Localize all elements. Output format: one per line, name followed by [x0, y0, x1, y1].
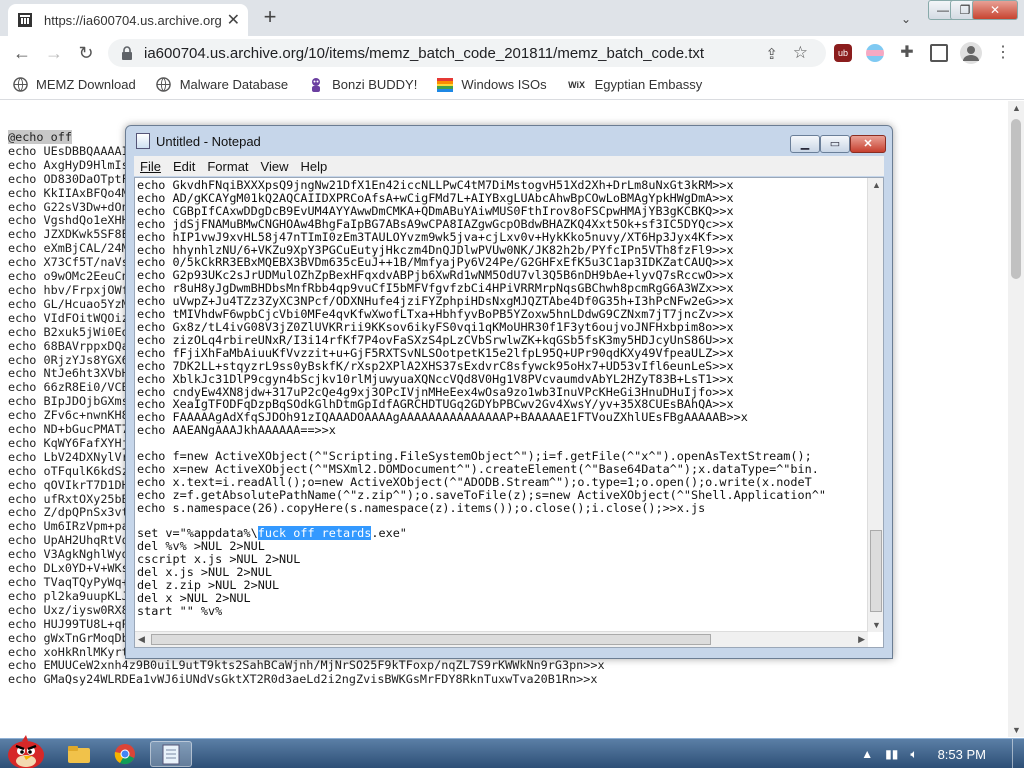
- profile-avatar[interactable]: [960, 42, 982, 64]
- notepad-window[interactable]: Untitled - Notepad ▁ ▭ ✕ File Edit Forma…: [125, 125, 893, 659]
- archive-favicon-icon: [16, 11, 34, 29]
- system-tray: ▲ ▮▮ 🔈︎ 8:53 PM: [861, 739, 1014, 768]
- bookmarks-bar: MEMZ Download Malware Database Bonzi BUD…: [0, 70, 1024, 100]
- notepad-text-area[interactable]: echo GkvdhFNqiBXXXpsQ9jngNw21DfX1En42icc…: [137, 179, 826, 618]
- extensions-puzzle-icon[interactable]: ✚: [898, 44, 916, 62]
- tab-title: https://ia600704.us.archive.org: [44, 12, 221, 28]
- extension-icon[interactable]: [866, 44, 884, 62]
- browser-tab[interactable]: https://ia600704.us.archive.org ✕: [8, 4, 248, 36]
- page-scrollbar[interactable]: ▲ ▼: [1008, 101, 1024, 737]
- bookmark-bonzi-buddy[interactable]: Bonzi BUDDY!: [308, 77, 417, 93]
- address-bar[interactable]: ia600704.us.archive.org/10/items/memz_ba…: [108, 39, 826, 67]
- side-panel-icon[interactable]: [930, 44, 948, 62]
- close-window-button[interactable]: ✕: [972, 0, 1018, 20]
- clock[interactable]: 8:53 PM: [938, 747, 986, 762]
- bookmark-star-icon[interactable]: ☆: [793, 43, 808, 63]
- globe-icon: [12, 77, 28, 93]
- menu-file[interactable]: File: [134, 159, 167, 174]
- bookmark-label: MEMZ Download: [36, 77, 136, 92]
- menu-view[interactable]: View: [255, 159, 295, 174]
- notepad-editor[interactable]: echo GkvdhFNqiBXXXpsQ9jngNw21DfX1En42icc…: [134, 177, 884, 648]
- scroll-down-arrow-icon[interactable]: ▼: [1012, 725, 1021, 735]
- scroll-up-arrow-icon[interactable]: ▲: [872, 180, 881, 190]
- notepad-vertical-thumb[interactable]: [870, 530, 882, 612]
- bookmark-malware-database[interactable]: Malware Database: [156, 77, 288, 93]
- reload-button[interactable]: ↻: [74, 41, 98, 65]
- network-icon[interactable]: ▮▮: [885, 747, 898, 761]
- bookmark-egyptian-embassy[interactable]: WiX Egyptian Embassy: [567, 77, 703, 93]
- windows-flag-icon: [437, 77, 454, 93]
- menu-kebab-icon[interactable]: ⋮: [994, 44, 1012, 62]
- back-button[interactable]: ←: [10, 41, 34, 65]
- page-scroll-thumb[interactable]: [1011, 119, 1021, 279]
- browser-toolbar: ← → ↻ ia600704.us.archive.org/10/items/m…: [0, 36, 1024, 70]
- set-line-prefix: set v="%appdata%\: [137, 526, 258, 541]
- taskbar-notepad-icon[interactable]: [150, 741, 192, 767]
- lock-icon[interactable]: [120, 45, 136, 61]
- taskbar-explorer-icon[interactable]: [58, 741, 100, 767]
- volume-icon[interactable]: 🔈︎: [910, 747, 917, 762]
- bookmark-label: Egyptian Embassy: [594, 77, 703, 92]
- notepad-lines-before: echo GkvdhFNqiBXXXpsQ9jngNw21DfX1En42icc…: [137, 178, 826, 515]
- bookmark-memz-download[interactable]: MEMZ Download: [12, 77, 136, 93]
- wix-icon: WiX: [568, 79, 586, 90]
- bookmark-windows-isos[interactable]: Windows ISOs: [437, 77, 547, 93]
- url-text: ia600704.us.archive.org/10/items/memz_ba…: [144, 44, 705, 62]
- tab-strip: https://ia600704.us.archive.org ✕ + ⌄ — …: [0, 0, 1024, 36]
- page-first-line: @echo off: [8, 130, 72, 144]
- menu-edit[interactable]: Edit: [167, 159, 201, 174]
- notepad-icon: [136, 133, 150, 149]
- ublock-extension-icon[interactable]: ub: [834, 44, 852, 62]
- globe-icon: [156, 77, 172, 93]
- scroll-up-arrow-icon[interactable]: ▲: [1012, 103, 1021, 113]
- notepad-minimize-button[interactable]: ▁: [790, 135, 820, 153]
- menu-help[interactable]: Help: [294, 159, 333, 174]
- taskbar: ▲ ▮▮ 🔈︎ 8:53 PM: [0, 735, 1024, 768]
- notepad-maximize-button[interactable]: ▭: [820, 135, 850, 153]
- notepad-horizontal-thumb[interactable]: [151, 634, 711, 645]
- menu-format[interactable]: Format: [201, 159, 254, 174]
- new-tab-button[interactable]: +: [258, 4, 282, 30]
- scroll-left-arrow-icon[interactable]: ◀: [138, 634, 145, 645]
- selected-text[interactable]: fuck off retards: [257, 526, 372, 541]
- notepad-lines-after: del %v% >NUL 2>NUL cscript x.js >NUL 2>N…: [137, 539, 301, 618]
- notepad-menubar: File Edit Format View Help: [134, 156, 884, 176]
- bookmark-label: Windows ISOs: [461, 77, 547, 92]
- notepad-horizontal-scrollbar[interactable]: ◀ ▶: [135, 631, 868, 647]
- scroll-down-arrow-icon[interactable]: ▼: [872, 620, 881, 630]
- taskbar-chrome-icon[interactable]: [104, 741, 146, 767]
- share-icon[interactable]: ⇪: [765, 45, 778, 63]
- notepad-close-button[interactable]: ✕: [850, 135, 886, 153]
- tab-close-icon[interactable]: ✕: [227, 10, 240, 30]
- start-button-angry-bird-icon[interactable]: [2, 731, 50, 768]
- set-line-suffix: .exe": [371, 526, 407, 541]
- forward-button[interactable]: →: [42, 41, 66, 65]
- notepad-title: Untitled - Notepad: [156, 133, 261, 149]
- notepad-titlebar[interactable]: Untitled - Notepad ▁ ▭ ✕: [126, 126, 892, 156]
- bookmark-label: Malware Database: [179, 77, 289, 92]
- show-desktop-button[interactable]: [1012, 739, 1024, 768]
- scroll-right-arrow-icon[interactable]: ▶: [858, 634, 865, 645]
- tab-search-icon[interactable]: ⌄: [895, 8, 917, 30]
- notepad-vertical-scrollbar[interactable]: ▲ ▼: [867, 178, 883, 632]
- bonzi-icon: [308, 77, 324, 93]
- bookmark-label: Bonzi BUDDY!: [332, 77, 418, 92]
- show-hidden-icons-icon[interactable]: ▲: [861, 747, 873, 761]
